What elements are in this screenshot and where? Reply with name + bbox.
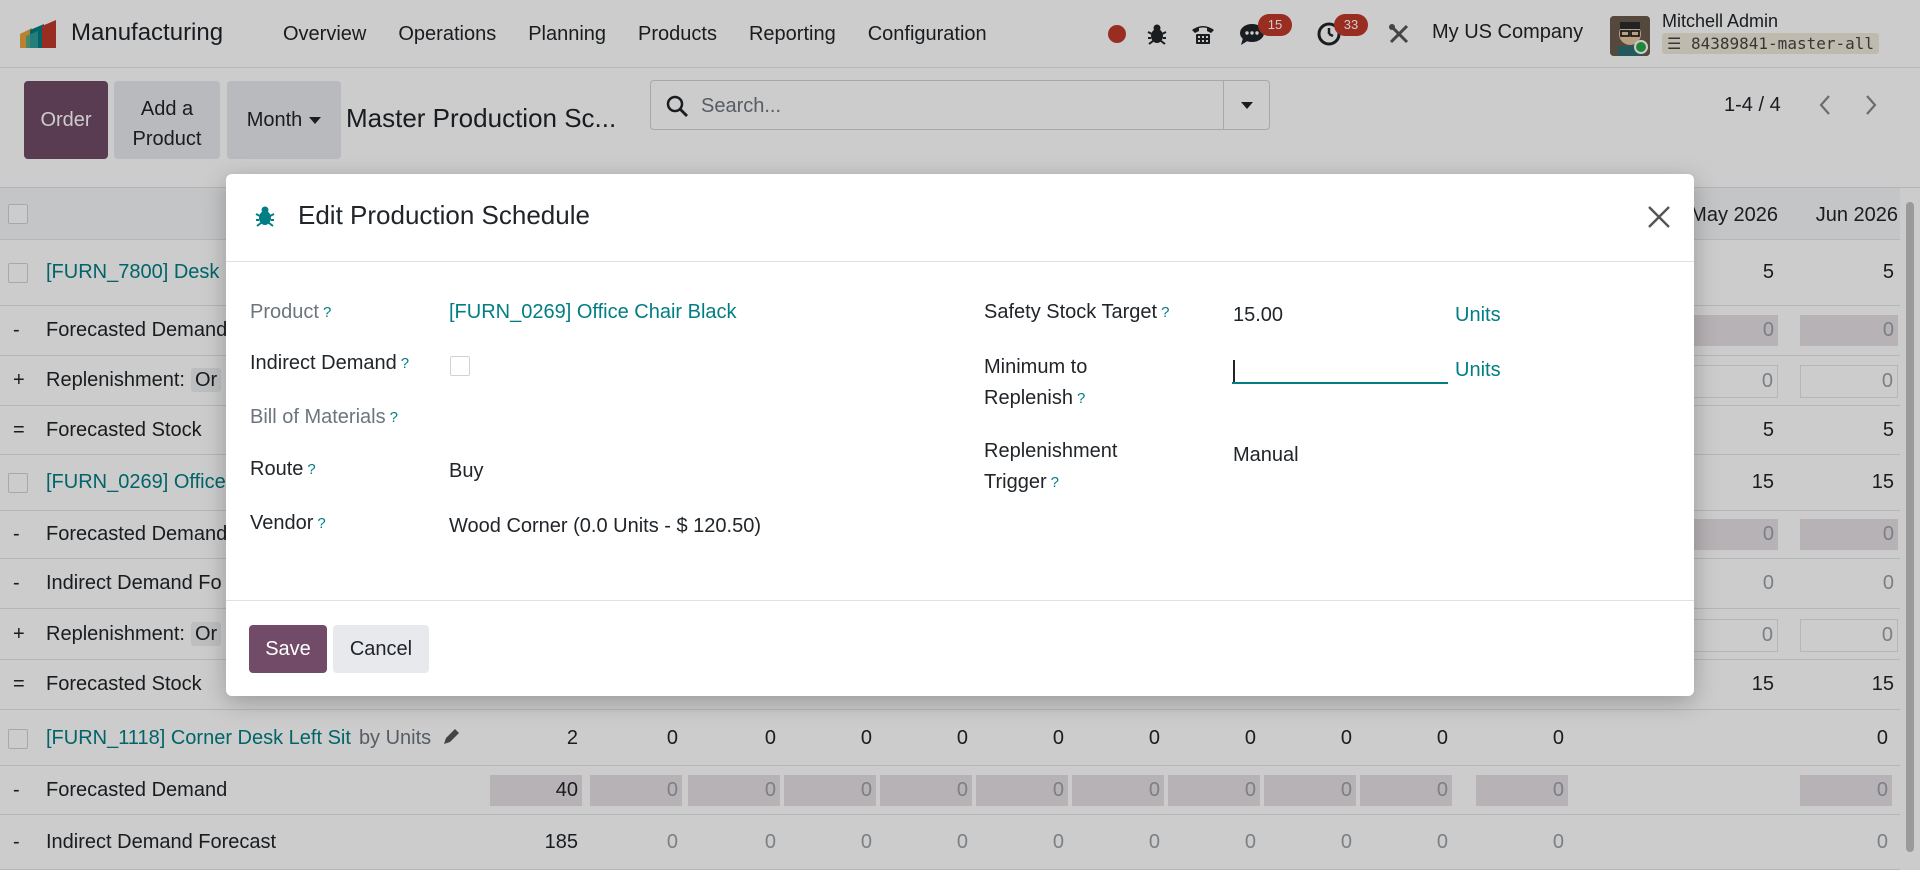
dialog-header: Edit Production Schedule xyxy=(226,174,1694,262)
safety-stock-uom: Units xyxy=(1455,304,1501,326)
minimum-replenish-label: Minimum to Replenish? xyxy=(984,356,1088,409)
help-tooltip-icon[interactable]: ? xyxy=(1077,390,1085,407)
edit-production-schedule-dialog: Edit Production Schedule Product? [FURN_… xyxy=(226,174,1694,696)
help-tooltip-icon[interactable]: ? xyxy=(1051,474,1059,491)
product-value[interactable]: [FURN_0269] Office Chair Black xyxy=(449,301,737,324)
bom-label: Bill of Materials? xyxy=(250,406,398,428)
help-tooltip-icon[interactable]: ? xyxy=(323,304,331,321)
replenishment-trigger-value[interactable]: Manual xyxy=(1233,444,1299,467)
safety-stock-label: Safety Stock Target? xyxy=(984,301,1170,323)
help-tooltip-icon[interactable]: ? xyxy=(1161,304,1169,321)
replenishment-trigger-label: Replenishment Trigger? xyxy=(984,440,1118,493)
indirect-demand-checkbox[interactable] xyxy=(450,356,470,376)
route-value: Buy xyxy=(449,460,484,482)
cancel-button[interactable]: Cancel xyxy=(333,625,429,673)
safety-stock-value[interactable]: 15.00 xyxy=(1233,304,1283,327)
dialog-footer: Save Cancel xyxy=(226,600,1694,696)
help-tooltip-icon[interactable]: ? xyxy=(401,355,409,372)
vendor-label: Vendor? xyxy=(250,512,326,534)
close-icon[interactable] xyxy=(1644,202,1674,232)
dialog-title: Edit Production Schedule xyxy=(298,200,590,230)
indirect-demand-label: Indirect Demand? xyxy=(250,352,410,374)
minimum-replenish-uom: Units xyxy=(1455,359,1501,381)
product-label: Product? xyxy=(250,301,332,323)
bug-icon xyxy=(255,206,275,227)
help-tooltip-icon[interactable]: ? xyxy=(390,409,398,426)
help-tooltip-icon[interactable]: ? xyxy=(307,461,315,478)
route-label: Route? xyxy=(250,458,316,480)
text-cursor xyxy=(1233,360,1235,382)
minimum-replenish-input[interactable] xyxy=(1232,352,1448,384)
save-button[interactable]: Save xyxy=(249,625,327,673)
help-tooltip-icon[interactable]: ? xyxy=(317,515,325,532)
vendor-value: Wood Corner (0.0 Units - $ 120.50) xyxy=(449,515,762,537)
